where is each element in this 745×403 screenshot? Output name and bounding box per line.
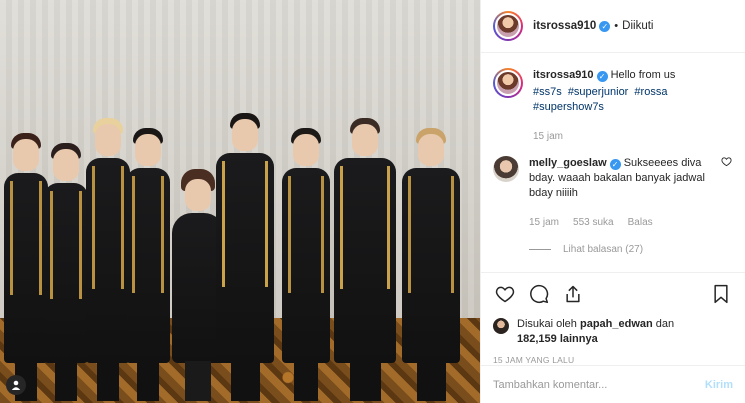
share-icon[interactable] (561, 282, 585, 306)
photo-person (282, 128, 330, 401)
likes-suffix[interactable]: lainnya (560, 333, 598, 345)
author-avatar[interactable] (493, 11, 523, 41)
caption-meta: 15 jam (533, 129, 733, 144)
verified-badge-icon: ✓ (599, 20, 611, 32)
post-comment-button[interactable]: Kirim (705, 379, 733, 391)
verified-badge-icon: ✓ (596, 71, 608, 82)
photo-person (126, 128, 170, 401)
likes-prefix: Disukai oleh (517, 318, 577, 330)
comment-input[interactable] (493, 378, 705, 391)
photo-person (216, 113, 274, 401)
photo-person (44, 143, 88, 401)
comment-item: melly_goeslaw ✓ Sukseeees diva bday. waaa… (493, 156, 733, 230)
hashtag-link[interactable]: #superjunior (568, 86, 629, 98)
likes-summary: Disukai oleh papah_edwan dan 182,159 lai… (493, 317, 733, 347)
comment-meta: 15 jam 553 suka Balas (529, 215, 715, 230)
post-timestamp[interactable]: 15 JAM YANG LALU (493, 355, 733, 365)
caption-hashtags: #ss7s #superjunior #rossa #supershow7s (533, 85, 733, 115)
photo-person (86, 118, 130, 401)
view-replies-label: Lihat balasan (27) (563, 244, 644, 255)
author-username[interactable]: itsrossa910 (533, 20, 596, 32)
comment-time[interactable]: 15 jam (529, 215, 559, 230)
hashtag-link[interactable]: #supershow7s (533, 101, 604, 113)
photo-person (334, 118, 396, 401)
caption-username[interactable]: itsrossa910 (533, 69, 594, 81)
heart-icon[interactable] (493, 282, 517, 306)
caption-avatar[interactable] (493, 68, 523, 98)
comment-likes[interactable]: 553 suka (573, 215, 614, 230)
comments-section: itsrossa910 ✓ Hello from us #ss7s #superj… (481, 54, 745, 270)
header-separator: • (614, 20, 619, 32)
hashtag-link[interactable]: #ss7s (533, 86, 562, 98)
liker-avatar[interactable] (493, 318, 509, 334)
photo-person (4, 133, 48, 401)
post-side-panel: itsrossa910 ✓ • Diikuti itsrossa910 ✓ Hel… (480, 0, 745, 403)
hashtag-link[interactable]: #rossa (634, 86, 667, 98)
commenter-username[interactable]: melly_goeslaw (529, 157, 607, 169)
post-header: itsrossa910 ✓ • Diikuti (481, 0, 745, 53)
caption-text: Hello from us (610, 69, 676, 81)
post-photo[interactable] (0, 0, 480, 403)
photo-person (402, 128, 460, 401)
liker-username[interactable]: papah_edwan (580, 318, 653, 330)
post-actions: Disukai oleh papah_edwan dan 182,159 lai… (481, 272, 745, 365)
replies-divider (529, 249, 551, 250)
likes-conjunction: dan (655, 318, 675, 330)
user-tag-icon[interactable] (6, 375, 26, 395)
add-comment-bar: Kirim (481, 365, 745, 403)
likes-count[interactable]: 182,159 (517, 333, 557, 345)
commenter-avatar[interactable] (493, 156, 519, 182)
bookmark-icon[interactable] (709, 282, 733, 306)
comment-like-heart-icon[interactable] (721, 156, 733, 230)
caption-time[interactable]: 15 jam (533, 129, 563, 144)
view-replies-link[interactable]: Lihat balasan (27) (529, 244, 733, 255)
follow-status-button[interactable]: Diikuti (622, 20, 653, 32)
reply-button[interactable]: Balas (628, 215, 653, 230)
caption: itsrossa910 ✓ Hello from us #ss7s #superj… (493, 68, 733, 144)
verified-badge-icon: ✓ (609, 159, 621, 170)
comment-icon[interactable] (527, 282, 551, 306)
